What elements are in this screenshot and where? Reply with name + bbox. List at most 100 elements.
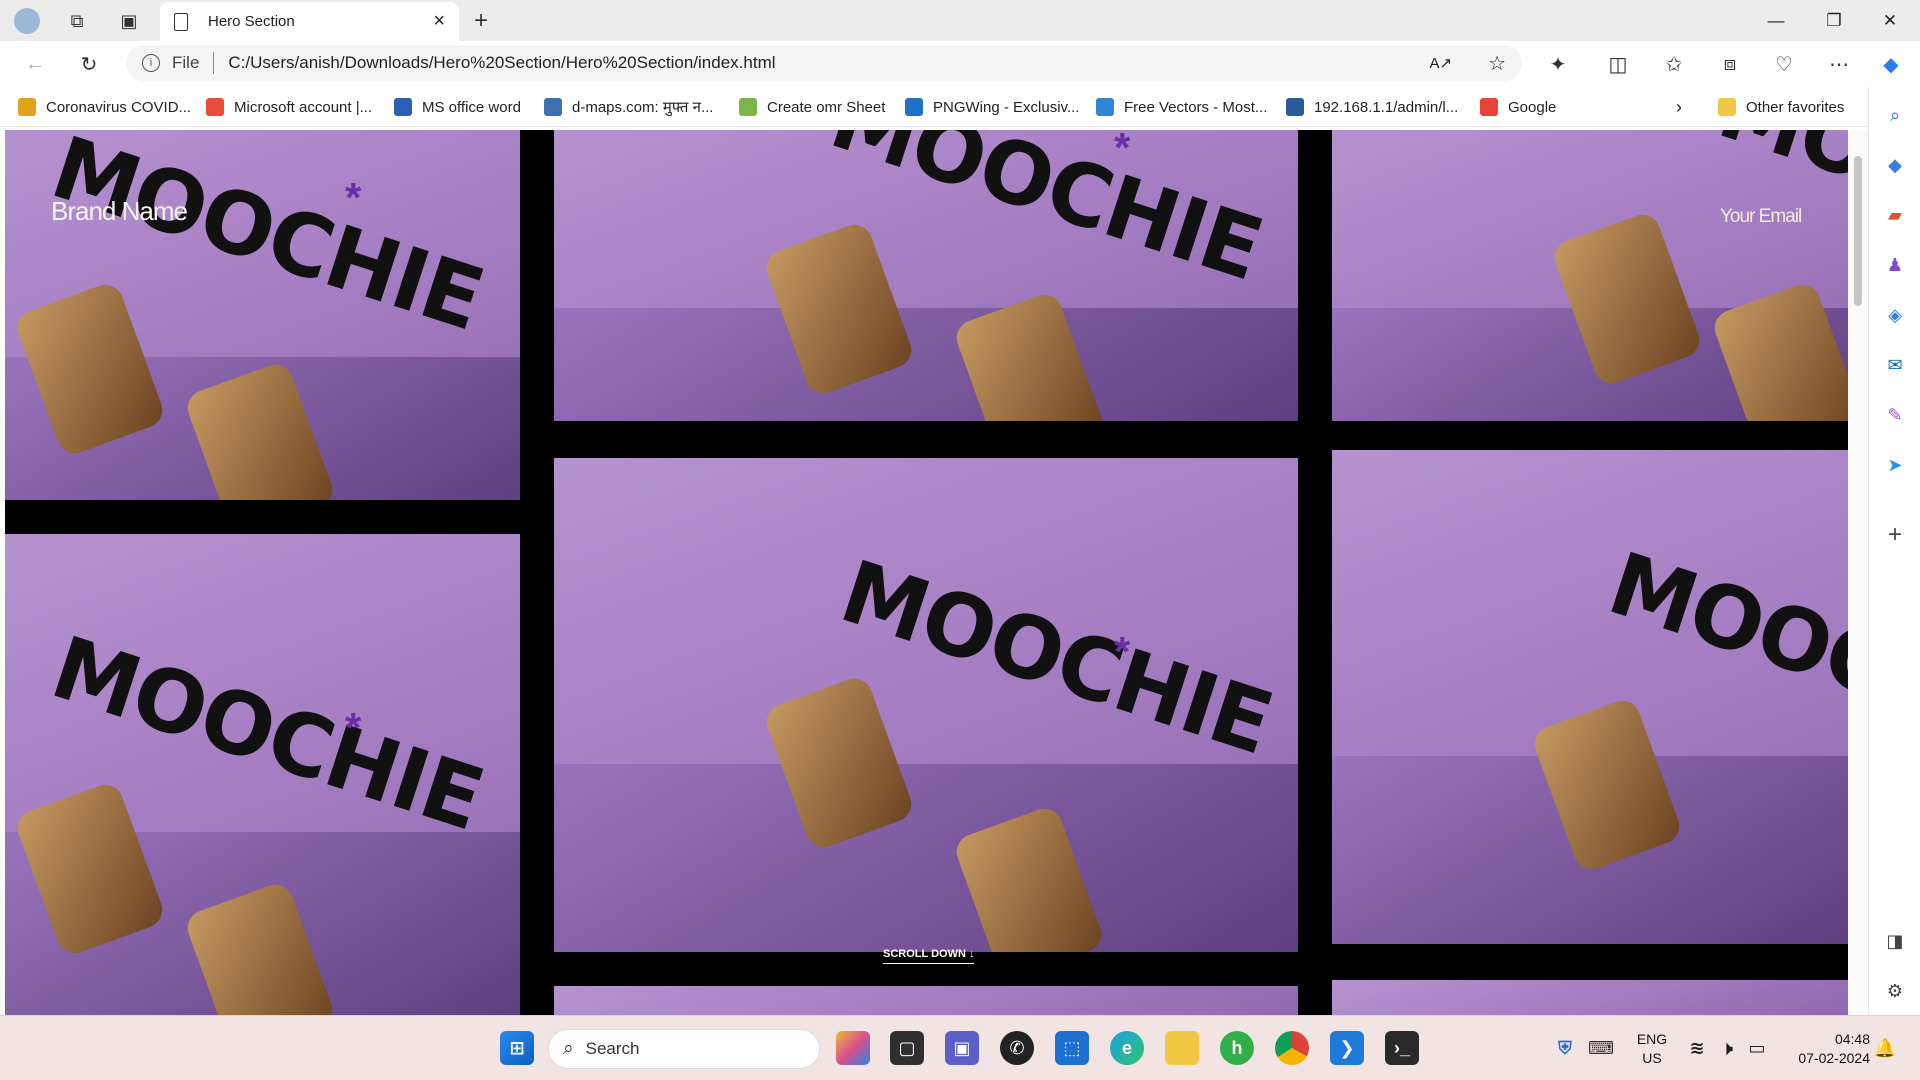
taskbar: ⊞ ⌕ Search ▢ ▣ ✆ ⬚ e h ❯ ›_ ⛨ ⌨ ENG US ≋… <box>0 1015 1920 1080</box>
edge-icon[interactable]: e <box>1110 1031 1144 1065</box>
designer-icon[interactable]: ✎ <box>1881 401 1909 429</box>
site-icon <box>905 98 923 116</box>
notification-bell-icon[interactable]: 🔔 <box>1868 1031 1902 1065</box>
shield-icon[interactable]: ⛨ <box>1548 1031 1582 1065</box>
minimize-button[interactable]: — <box>1746 0 1806 41</box>
favorite-item[interactable]: Google <box>1480 87 1556 127</box>
url-text[interactable]: C:/Users/anish/Downloads/Hero%20Section/… <box>228 53 1429 73</box>
brand-name[interactable]: Brand Name <box>51 196 188 227</box>
asterisk-icon: * <box>345 704 362 751</box>
games-icon[interactable]: ♟ <box>1881 251 1909 279</box>
copilot-icon[interactable]: ◆ <box>1874 47 1908 81</box>
collections-icon[interactable]: ⧈ <box>1713 47 1747 81</box>
edge-sidebar: ⌕ ◆ ▰ ♟ ◈ ✉ ✎ ➤ + ◨ ⚙ <box>1868 87 1920 1015</box>
store-icon[interactable]: ⬚ <box>1055 1031 1089 1065</box>
hero-image: MOOCHIE * <box>554 130 1298 421</box>
split-screen-icon[interactable]: ◫ <box>1601 47 1635 81</box>
restore-button[interactable]: ❐ <box>1804 0 1864 41</box>
chrome-icon[interactable] <box>1275 1031 1309 1065</box>
scroll-down-link[interactable]: SCROLL DOWN ↓ <box>883 948 975 964</box>
terminal-icon[interactable]: ›_ <box>1385 1031 1419 1065</box>
chevron-right-icon[interactable]: › <box>1676 87 1682 127</box>
scrollbar[interactable] <box>1848 130 1868 1015</box>
favorite-item[interactable]: 192.168.1.1/admin/l... <box>1286 87 1458 127</box>
read-aloud-icon[interactable]: A↗ <box>1429 54 1452 72</box>
hero-image: MOOCHIE * <box>5 534 520 1015</box>
favorite-item[interactable]: Create omr Sheet <box>739 87 885 127</box>
navigation-bar: ← ↻ i File C:/Users/anish/Downloads/Hero… <box>0 41 1920 87</box>
email-link[interactable]: Your Email <box>1720 206 1802 228</box>
address-bar[interactable]: i File C:/Users/anish/Downloads/Hero%20S… <box>126 45 1522 81</box>
other-favorites[interactable]: Other favorites <box>1718 87 1844 127</box>
favorite-item[interactable]: Coronavirus COVID... <box>18 87 191 127</box>
shopping-icon[interactable]: ◆ <box>1881 151 1909 179</box>
extensions-icon[interactable]: ✦ <box>1541 47 1575 81</box>
site-icon <box>739 98 757 116</box>
gear-icon[interactable]: ⚙ <box>1881 977 1909 1005</box>
keyboard-icon[interactable]: ⌨ <box>1584 1031 1618 1065</box>
favorite-item[interactable]: d-maps.com: मुफ्त न... <box>544 87 713 127</box>
favorite-item[interactable]: PNGWing - Exclusiv... <box>905 87 1079 127</box>
asterisk-icon: * <box>1114 130 1131 171</box>
site-icon <box>394 98 412 116</box>
title-bar: ⧉ ▣ Hero Section × + — ❐ ✕ <box>0 0 1920 41</box>
whatsapp-icon[interactable]: ✆ <box>1000 1031 1034 1065</box>
site-icon <box>206 98 224 116</box>
close-tab-icon[interactable]: × <box>433 10 445 33</box>
address-separator <box>213 52 215 74</box>
start-icon[interactable]: ⊞ <box>500 1031 534 1065</box>
task-view-icon[interactable]: ▢ <box>890 1031 924 1065</box>
favorites-bar: Coronavirus COVID... Microsoft account |… <box>0 87 1920 127</box>
app-icon[interactable]: h <box>1220 1031 1254 1065</box>
favorite-item[interactable]: MS office word <box>394 87 521 127</box>
hero-image: MOOCHIE * <box>554 458 1298 952</box>
close-window-button[interactable]: ✕ <box>1860 0 1920 41</box>
hero-image <box>1332 980 1848 1015</box>
browser-tab[interactable]: Hero Section × <box>160 2 459 41</box>
asterisk-icon: * <box>345 174 362 221</box>
asterisk-icon: * <box>1114 628 1131 675</box>
info-icon[interactable]: i <box>142 54 160 72</box>
site-icon <box>1480 98 1498 116</box>
more-icon[interactable]: ⋯ <box>1822 47 1856 81</box>
hero-image <box>554 986 1298 1015</box>
site-icon <box>544 98 562 116</box>
favorite-item[interactable]: Microsoft account |... <box>206 87 372 127</box>
outlook-icon[interactable]: ✉ <box>1881 351 1909 379</box>
folder-icon <box>1718 98 1736 116</box>
arrow-left-icon[interactable]: ← <box>18 47 52 81</box>
scrollbar-thumb[interactable] <box>1854 156 1862 306</box>
tools-icon[interactable]: ▰ <box>1881 201 1909 229</box>
vertical-tabs-icon[interactable]: ▣ <box>116 8 142 34</box>
sidebar-toggle-icon[interactable]: ◨ <box>1881 927 1909 955</box>
favorites-icon[interactable]: ✩ <box>1657 47 1691 81</box>
volume-icon[interactable]: 🕨 <box>1710 1031 1744 1065</box>
battery-icon[interactable]: ▭ <box>1740 1031 1774 1065</box>
file-explorer-icon[interactable] <box>1165 1031 1199 1065</box>
language-indicator[interactable]: ENG US <box>1632 1016 1672 1080</box>
clock[interactable]: 04:48 07-02-2024 <box>1780 1016 1870 1080</box>
address-label: File <box>172 53 200 72</box>
vscode-icon[interactable]: ❯ <box>1330 1031 1364 1065</box>
browser-essentials-icon[interactable]: ♡ <box>1767 47 1801 81</box>
hero-image: MOOCHIE * <box>5 130 520 500</box>
new-tab-icon[interactable]: + <box>468 7 494 34</box>
copilot-icon[interactable]: ◈ <box>1881 301 1909 329</box>
product-word: MOOCHIE <box>829 541 1283 775</box>
refresh-icon[interactable]: ↻ <box>72 47 106 81</box>
wifi-icon[interactable]: ≋ <box>1680 1031 1714 1065</box>
teams-icon[interactable]: ▣ <box>945 1031 979 1065</box>
send-icon[interactable]: ➤ <box>1881 451 1909 479</box>
favorite-item[interactable]: Free Vectors - Most... <box>1096 87 1267 127</box>
profile-avatar-icon[interactable] <box>14 8 40 34</box>
document-icon <box>174 12 188 31</box>
hero-image: MOOCHIE <box>1332 130 1848 421</box>
favorite-star-icon[interactable]: ☆ <box>1488 51 1506 76</box>
copilot-app-icon[interactable] <box>836 1031 870 1065</box>
site-icon <box>1286 98 1304 116</box>
add-icon[interactable]: + <box>1881 521 1909 549</box>
search-icon[interactable]: ⌕ <box>1881 101 1909 129</box>
product-word: MOOCHIE <box>819 130 1273 301</box>
workspaces-icon[interactable]: ⧉ <box>64 8 90 34</box>
taskbar-search[interactable]: ⌕ Search <box>548 1029 820 1069</box>
